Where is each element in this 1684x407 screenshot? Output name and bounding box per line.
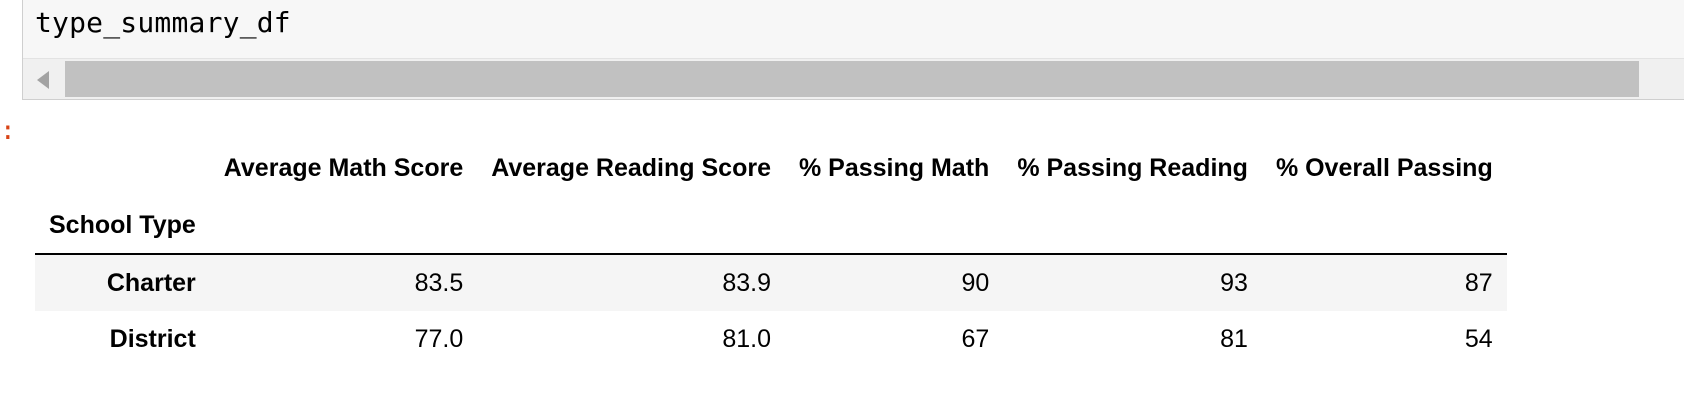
row-index-label: District — [109, 324, 196, 353]
column-header-row: Average Math Score Average Reading Score… — [35, 140, 1507, 197]
empty-header-cell — [209, 197, 478, 255]
column-header: % Overall Passing — [1275, 154, 1493, 182]
table-cell: 87 — [1464, 268, 1493, 297]
table-cell: 77.0 — [414, 324, 464, 353]
output-prompt: : — [0, 116, 16, 146]
table-cell: 93 — [1220, 268, 1248, 297]
table-cell: 83.9 — [722, 268, 771, 297]
empty-header-cell — [1003, 197, 1262, 255]
table-cell: 90 — [961, 268, 990, 297]
index-name-header: School Type — [35, 197, 210, 255]
horizontal-scrollbar[interactable] — [23, 58, 1684, 99]
empty-header-cell — [477, 197, 785, 255]
table-cell: 54 — [1464, 324, 1493, 353]
code-input-cell[interactable]: type_summary_df — [22, 0, 1684, 100]
table-row: District 77.0 81.0 67 81 54 — [35, 311, 1507, 367]
empty-header-cell — [1261, 197, 1507, 255]
empty-header-cell — [784, 197, 1004, 255]
column-header: Average Math Score — [223, 154, 464, 182]
scroll-left-arrow-icon[interactable] — [37, 71, 49, 89]
column-header: % Passing Math — [798, 154, 990, 182]
table-row: Charter 83.5 83.9 90 93 87 — [35, 254, 1507, 311]
corner-header-cell — [35, 140, 210, 197]
table-cell: 67 — [961, 324, 990, 353]
index-header-row: School Type — [35, 197, 1507, 255]
table-cell: 81.0 — [722, 324, 771, 353]
table-cell: 81 — [1220, 324, 1248, 353]
row-index-label: Charter — [106, 268, 196, 297]
column-header: % Passing Reading — [1017, 154, 1248, 182]
code-text[interactable]: type_summary_df — [35, 6, 291, 39]
column-header: Average Reading Score — [491, 154, 771, 182]
scrollbar-thumb[interactable] — [65, 61, 1639, 97]
table-cell: 83.5 — [414, 268, 464, 297]
dataframe-table: Average Math Score Average Reading Score… — [35, 140, 1507, 367]
